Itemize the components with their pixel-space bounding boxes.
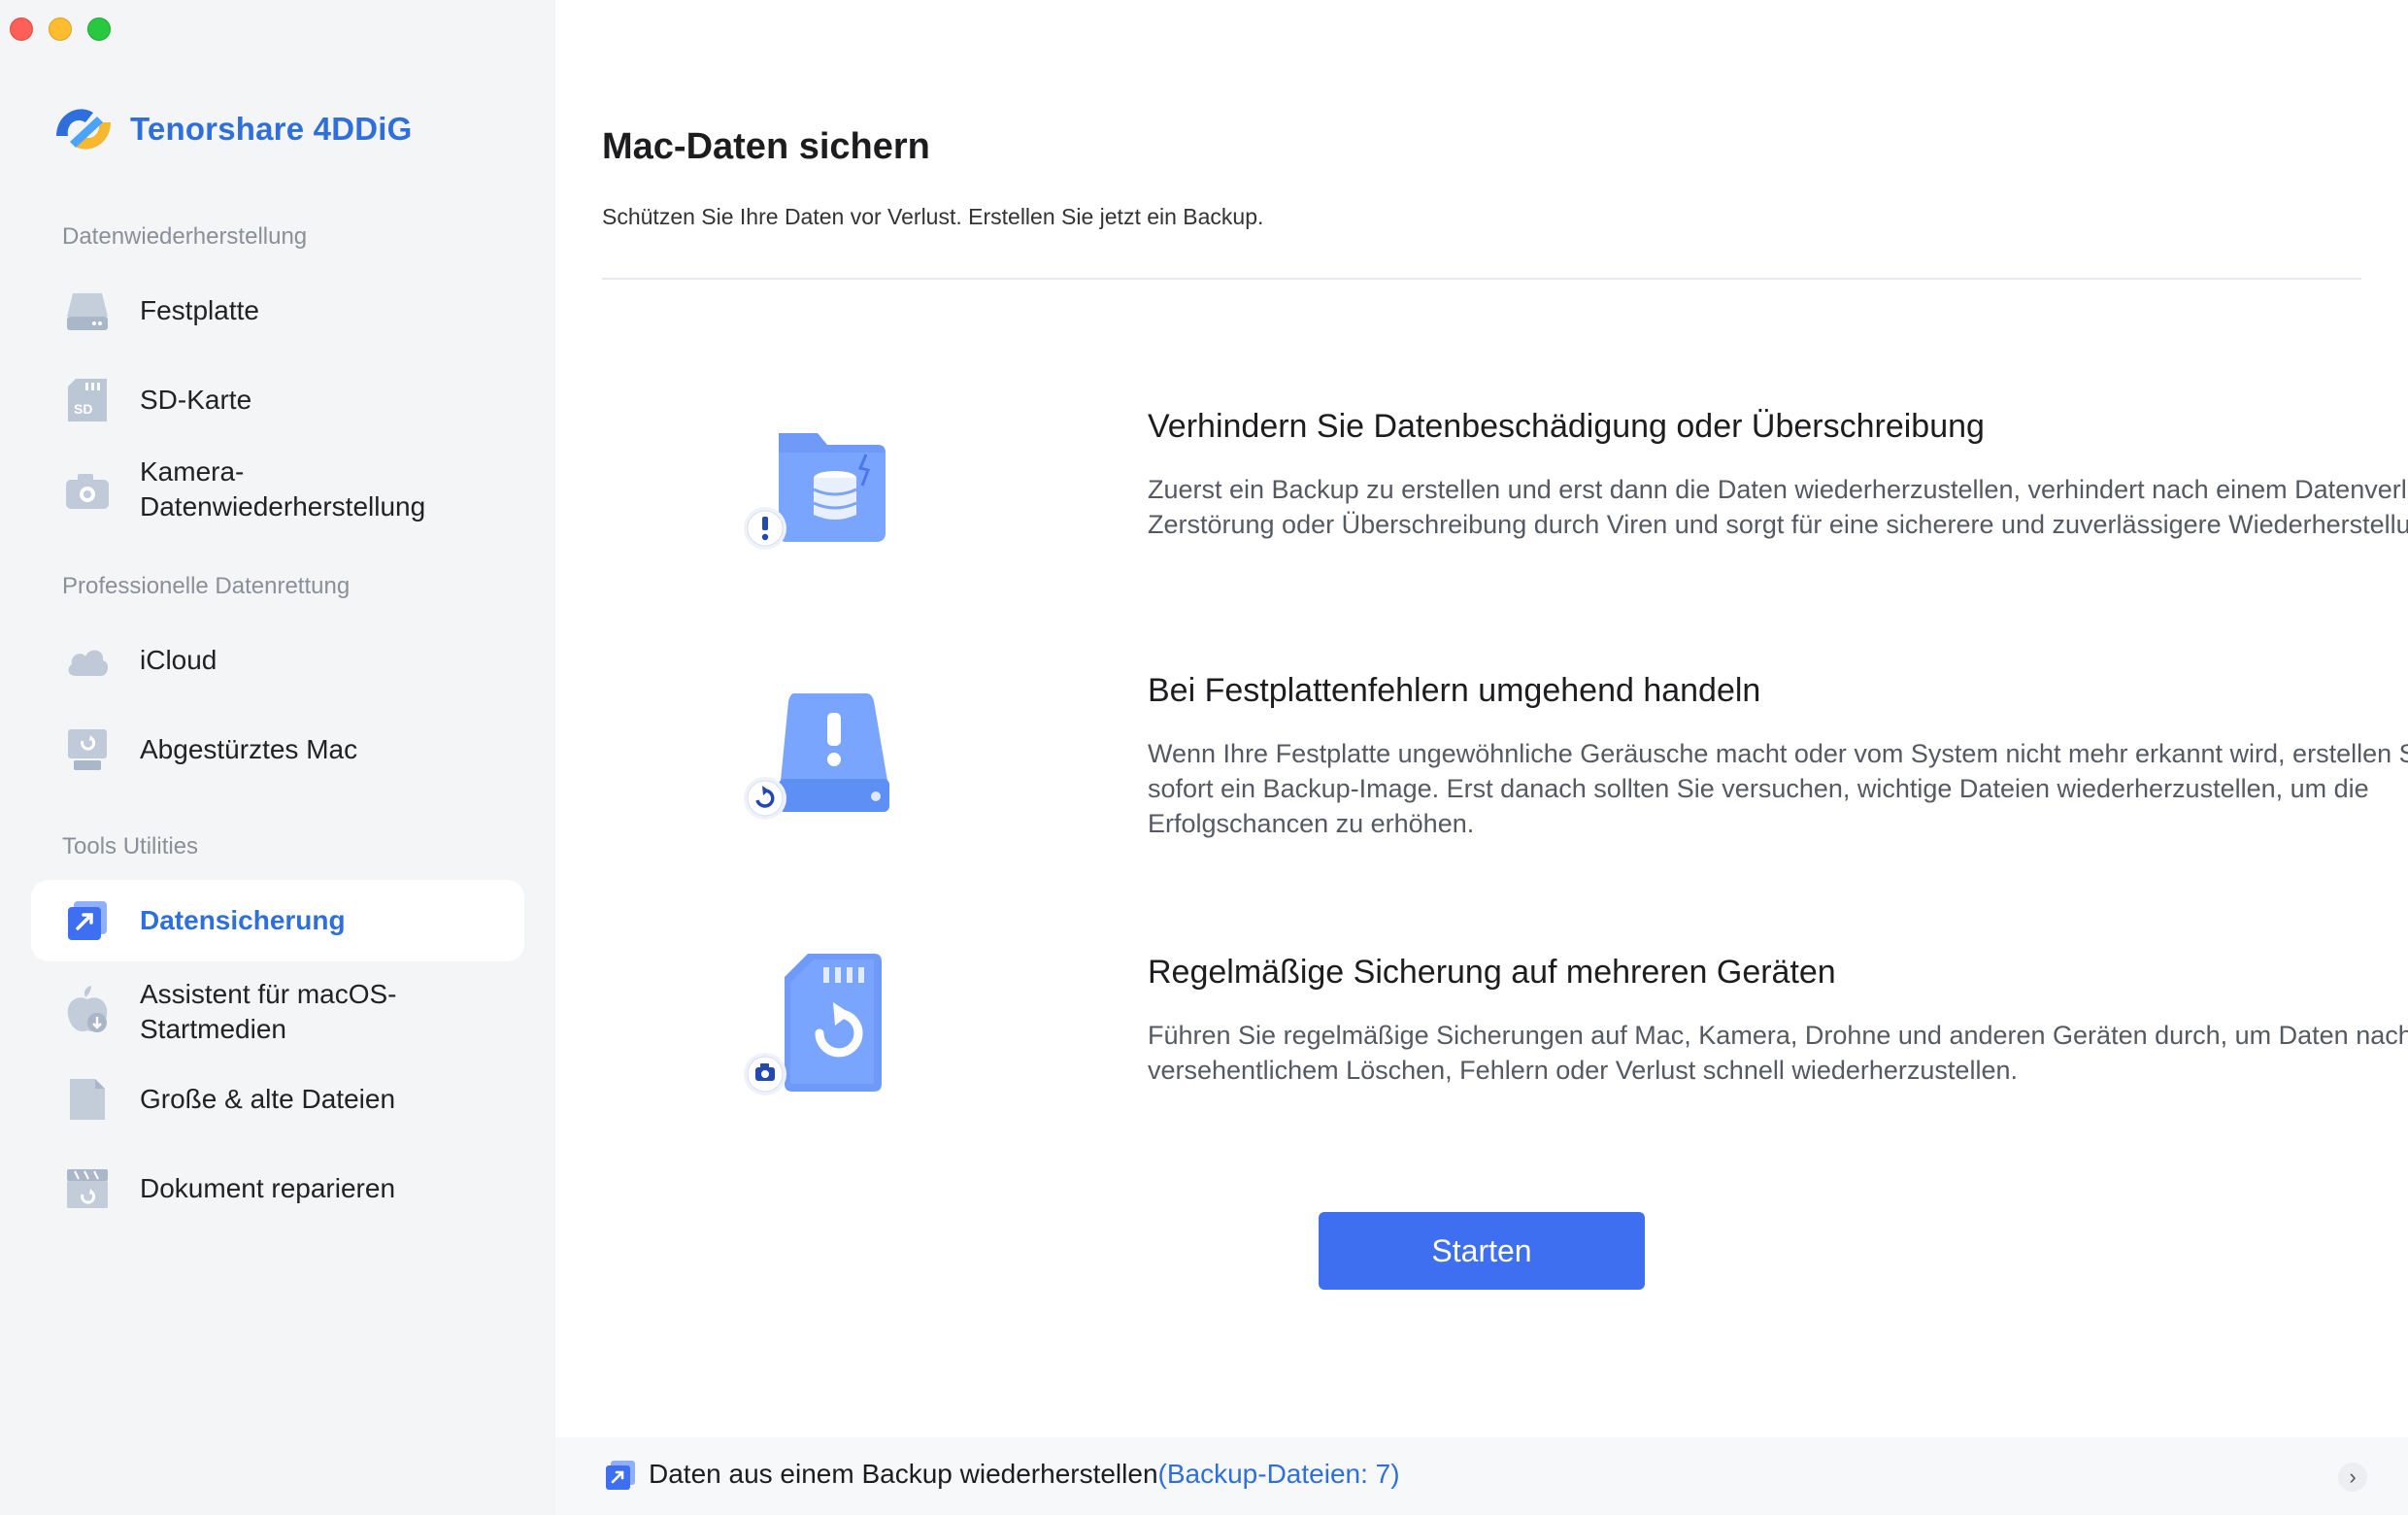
section-title-tools: Tools Utilities <box>62 833 199 859</box>
feature-title: Bei Festplattenfehlern umgehend handeln <box>1148 672 1761 709</box>
page-title: Mac-Daten sichern <box>602 126 930 167</box>
sidebar-item-label: iCloud <box>140 645 217 675</box>
minimize-window-button[interactable] <box>49 17 72 41</box>
sidebar-item-large-old-files[interactable]: Große & alte Dateien <box>31 1059 524 1140</box>
cloud-icon <box>64 637 111 684</box>
feature-description: Wenn Ihre Festplatte ungewöhnliche Geräu… <box>1148 739 2408 838</box>
file-icon <box>64 1076 111 1123</box>
document-repair-icon <box>64 1165 111 1212</box>
backup-icon <box>606 1461 635 1490</box>
section-title-professional: Professionelle Datenrettung <box>62 573 351 599</box>
sidebar: Tenorshare 4DDiG Datenwiederherstellung … <box>0 0 555 1515</box>
sidebar-item-backup[interactable]: Datensicherung <box>31 880 524 961</box>
feature-description: Zuerst ein Backup zu erstellen und erst … <box>1148 475 2408 539</box>
restore-from-backup-label[interactable]: Daten aus einem Backup wiederherstellen(… <box>649 1459 1400 1490</box>
sidebar-item-sd-card[interactable]: SD SD-Karte <box>31 359 524 441</box>
feature-title: Regelmäßige Sicherung auf mehreren Gerät… <box>1148 954 1836 991</box>
folder-database-warning-icon <box>744 433 886 550</box>
divider <box>602 278 2361 280</box>
page-subtitle: Schützen Sie Ihre Daten vor Verlust. Ers… <box>602 204 1264 229</box>
sidebar-item-icloud[interactable]: iCloud <box>31 620 524 701</box>
brand: Tenorshare 4DDiG <box>49 97 413 161</box>
sd-card-icon: SD <box>64 377 111 423</box>
crashed-mac-icon <box>64 726 111 773</box>
sidebar-item-label: Assistent für macOS- Startmedien <box>140 979 397 1044</box>
start-button[interactable]: Starten <box>1319 1212 1645 1290</box>
sidebar-item-macos-installer[interactable]: Assistent für macOS- Startmedien <box>31 969 524 1051</box>
restore-from-backup-bar[interactable]: Daten aus einem Backup wiederherstellen(… <box>555 1437 2408 1515</box>
brand-logo-icon <box>56 109 111 150</box>
restore-label-text: Daten aus einem Backup wiederherstellen <box>649 1459 1158 1489</box>
zoom-window-button[interactable] <box>87 17 111 41</box>
sidebar-item-label: SD-Karte <box>140 385 252 415</box>
hard-drive-icon <box>64 287 111 334</box>
app-window: Tenorshare 4DDiG Datenwiederherstellung … <box>0 0 2408 1515</box>
macos-installer-icon <box>64 986 111 1033</box>
sidebar-item-hard-drive[interactable]: Festplatte <box>31 270 524 352</box>
window-controls <box>10 17 111 41</box>
backup-icon <box>64 897 111 944</box>
section-title-data-recovery: Datenwiederherstellung <box>62 223 308 250</box>
sd-card-camera-icon <box>744 954 882 1095</box>
backup-files-count: (Backup-Dateien: 7) <box>1157 1459 1400 1489</box>
sidebar-item-label: Festplatte <box>140 295 259 325</box>
brand-name: Tenorshare 4DDiG <box>130 111 413 147</box>
camera-icon <box>64 468 111 515</box>
close-window-button[interactable] <box>10 17 33 41</box>
main-panel: Mac-Daten sichern Schützen Sie Ihre Date… <box>555 0 2408 1515</box>
sidebar-item-label: Kamera- Datenwiederherstellung <box>140 456 426 522</box>
sidebar-item-crashed-mac[interactable]: Abgestürztes Mac <box>31 709 524 791</box>
feature-description: Führen Sie regelmäßige Sicherungen auf M… <box>1148 1021 2408 1085</box>
sidebar-item-camera-recovery[interactable]: Kamera- Datenwiederherstellung <box>31 451 524 532</box>
sidebar-item-label: Große & alte Dateien <box>140 1084 396 1114</box>
svg-text:SD: SD <box>74 401 92 417</box>
sidebar-item-label: Abgestürztes Mac <box>140 734 358 764</box>
hard-drive-warning-icon <box>744 693 889 820</box>
chevron-right-icon[interactable]: › <box>2338 1463 2367 1492</box>
sidebar-item-label: Datensicherung <box>140 905 346 935</box>
sidebar-item-label: Dokument reparieren <box>140 1173 396 1203</box>
feature-title: Verhindern Sie Datenbeschädigung oder Üb… <box>1148 408 1985 445</box>
sidebar-item-document-repair[interactable]: Dokument reparieren <box>31 1148 524 1229</box>
